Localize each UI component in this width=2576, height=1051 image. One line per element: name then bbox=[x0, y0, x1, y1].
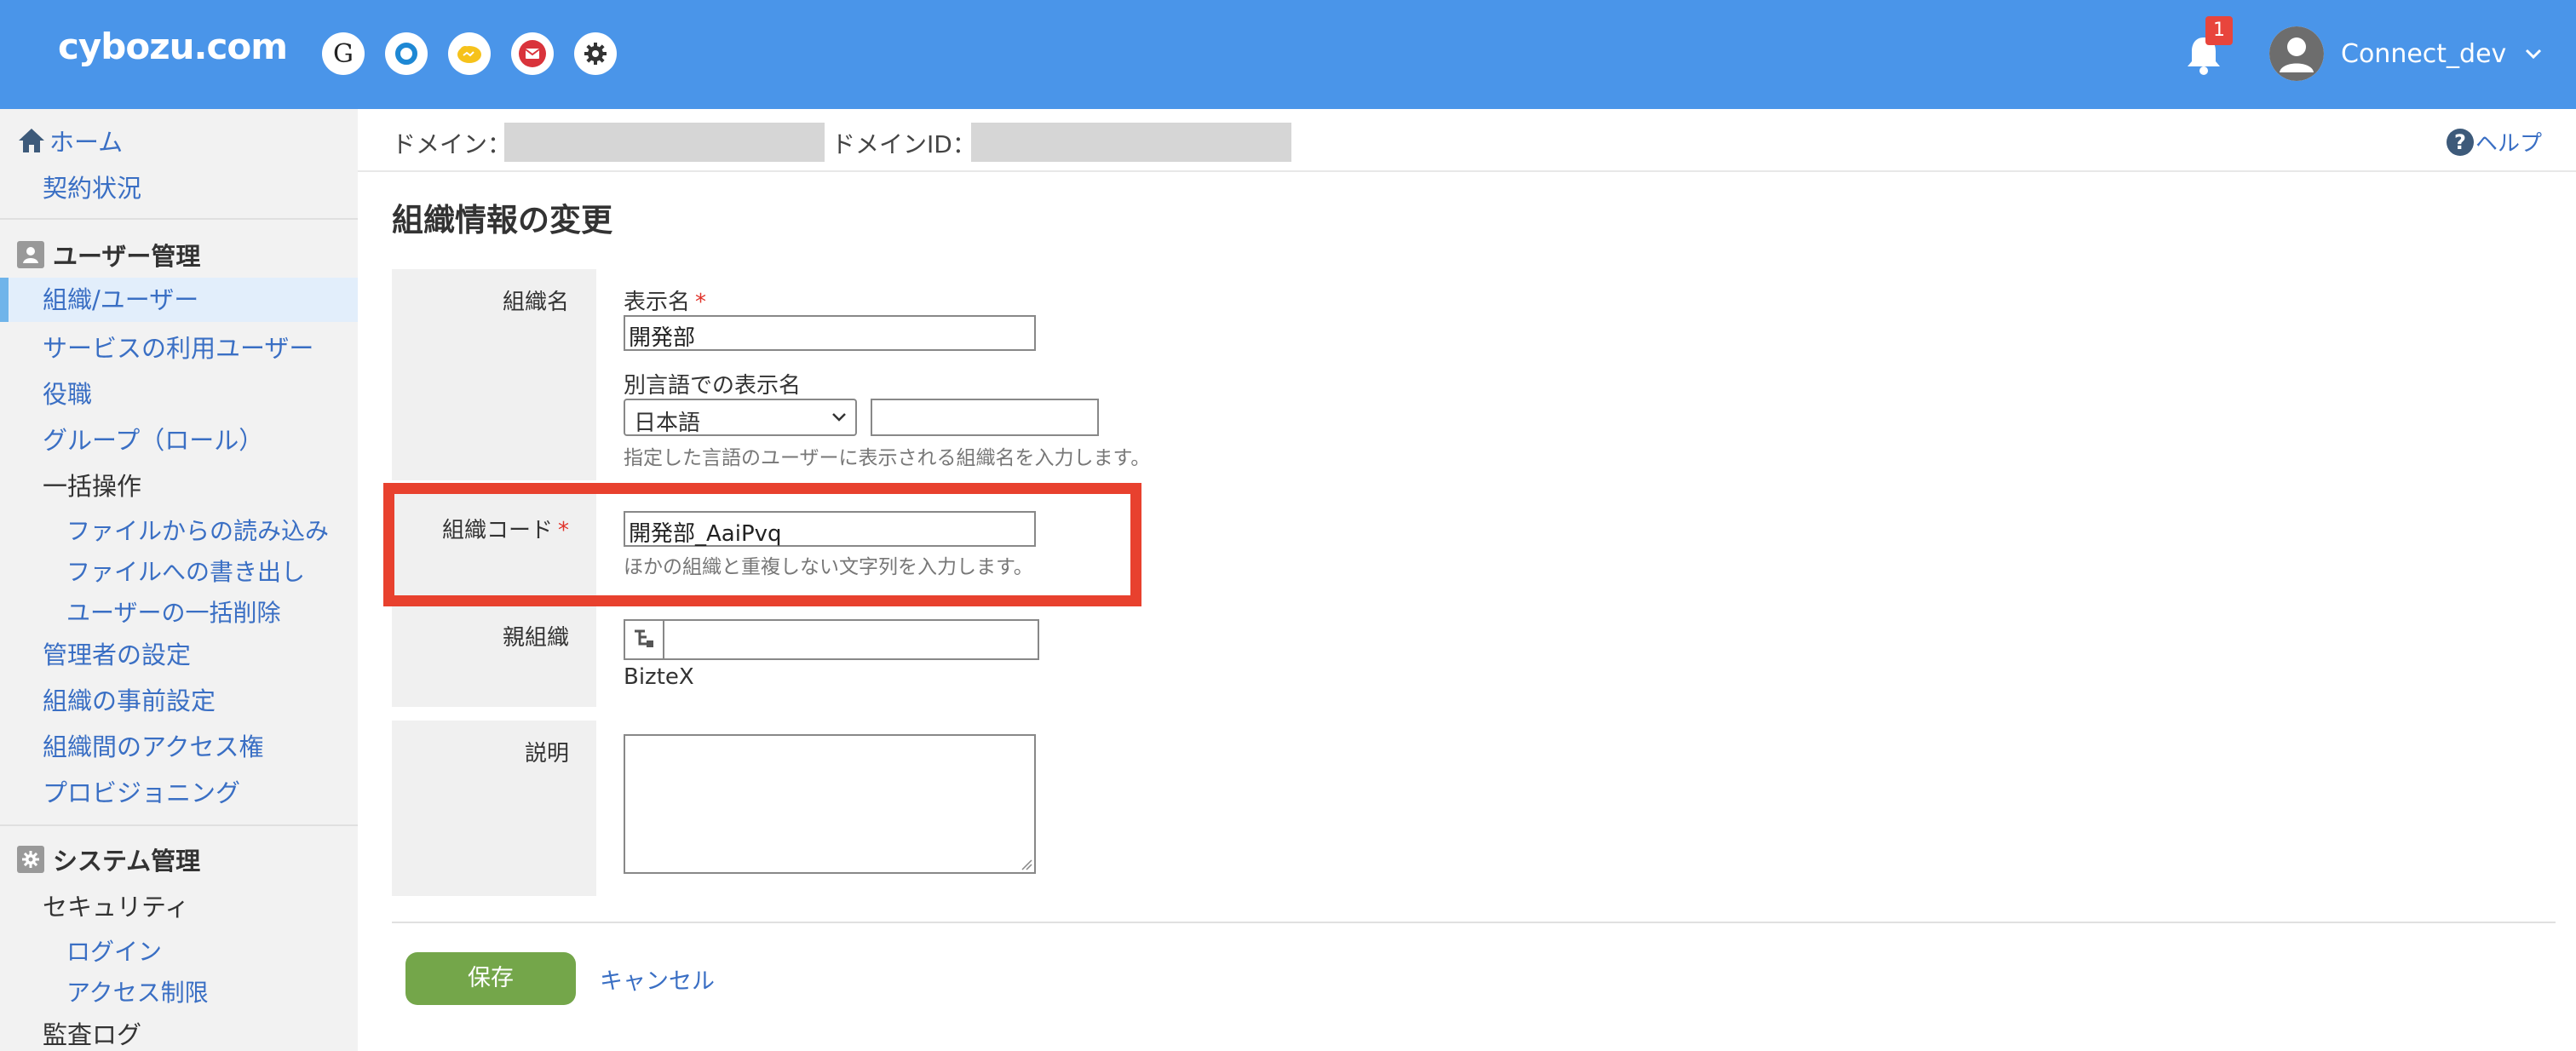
avatar bbox=[2269, 26, 2324, 81]
save-button[interactable]: 保存 bbox=[405, 952, 576, 1005]
form-divider bbox=[392, 922, 2556, 923]
help-link[interactable]: ? ヘルプ bbox=[2446, 126, 2542, 158]
language-select[interactable]: 日本語 bbox=[624, 399, 857, 436]
page-title: 組織情報の変更 bbox=[392, 202, 612, 238]
sidebar-item-inter-org-access[interactable]: 組織間のアクセス権 bbox=[0, 727, 358, 763]
parent-org-label: 親組織 bbox=[502, 625, 569, 651]
cancel-link[interactable]: キャンセル bbox=[600, 962, 715, 996]
user-menu[interactable]: Connect_dev bbox=[2269, 26, 2542, 82]
chevron-down-icon bbox=[832, 413, 846, 422]
sidebar-item-access-restriction[interactable]: アクセス制限 bbox=[0, 974, 358, 1008]
sidebar-item-org-presets[interactable]: 組織の事前設定 bbox=[0, 681, 358, 717]
kintone-cloud-icon[interactable] bbox=[448, 32, 491, 75]
sidebar-item-export-file[interactable]: ファイルへの書き出し bbox=[0, 554, 358, 588]
sidebar-item-import-file[interactable]: ファイルからの読み込み bbox=[0, 513, 358, 547]
sidebar-item-security: セキュリティ bbox=[43, 893, 190, 922]
sidebar-divider bbox=[0, 218, 358, 220]
cybozu-logo[interactable]: cybozu.com bbox=[58, 26, 288, 67]
sidebar-item-bulk-delete[interactable]: ユーザーの一括削除 bbox=[0, 594, 358, 629]
org-name-label: 組織名 bbox=[502, 290, 569, 315]
resize-grip-icon[interactable] bbox=[1021, 859, 1032, 870]
user-icon bbox=[17, 241, 44, 268]
domain-label: ドメイン： bbox=[392, 130, 512, 158]
sidebar-item-provisioning[interactable]: プロビジョニング bbox=[0, 773, 358, 809]
parent-org-label-cell: 親組織 bbox=[392, 606, 596, 707]
sidebar-item-login[interactable]: ログイン bbox=[0, 933, 358, 968]
sidebar-item-bulk: 一括操作 bbox=[43, 472, 142, 501]
sidebar-item-audit-log[interactable]: 監査ログ bbox=[0, 1015, 358, 1051]
sidebar-heading-system-admin: システム管理 bbox=[0, 841, 358, 877]
sidebar-item-home[interactable]: ホーム bbox=[0, 123, 358, 158]
garoon-ring-icon[interactable] bbox=[385, 32, 428, 75]
alt-lang-hint: 指定した言語のユーザーに表示される組織名を入力します。 bbox=[624, 447, 1151, 469]
alt-lang-name-input[interactable] bbox=[871, 399, 1099, 436]
org-name-label-cell: 組織名 bbox=[392, 269, 596, 480]
gear-icon[interactable] bbox=[574, 32, 617, 75]
domain-bar: ドメイン： ドメインID： ? ヘルプ bbox=[358, 109, 2576, 172]
sidebar-item-groups[interactable]: グループ（ロール） bbox=[0, 421, 358, 457]
help-icon: ? bbox=[2446, 128, 2474, 156]
sidebar-item-roles[interactable]: 役職 bbox=[0, 375, 358, 411]
description-textarea[interactable] bbox=[624, 734, 1036, 874]
chevron-down-icon bbox=[2526, 49, 2542, 60]
mail-icon[interactable] bbox=[511, 32, 554, 75]
sidebar-item-org-users[interactable]: 組織/ユーザー bbox=[0, 278, 358, 322]
settings-icon bbox=[17, 846, 44, 873]
sidebar-item-contract[interactable]: 契約状況 bbox=[0, 169, 358, 204]
parent-org-input[interactable] bbox=[663, 619, 1039, 660]
domain-value-redacted bbox=[504, 123, 825, 162]
org-tree-icon bbox=[635, 629, 653, 647]
g-logo-icon[interactable]: G bbox=[322, 32, 365, 75]
domain-id-label: ドメインID： bbox=[831, 130, 976, 158]
sidebar-divider bbox=[0, 824, 358, 826]
annotation-highlight-box bbox=[383, 483, 1141, 606]
description-label: 説明 bbox=[524, 741, 569, 767]
home-icon bbox=[19, 129, 44, 152]
top-header: cybozu.com G 1 Connect_dev bbox=[0, 0, 2576, 109]
display-name-input[interactable]: 開発部 bbox=[624, 315, 1036, 351]
description-label-cell: 説明 bbox=[392, 721, 596, 896]
username: Connect_dev bbox=[2341, 38, 2507, 69]
sidebar-item-service-users[interactable]: サービスの利用ユーザー bbox=[0, 329, 358, 365]
sidebar-heading-user-admin: ユーザー管理 bbox=[0, 237, 358, 273]
parent-org-name: BizteX bbox=[624, 664, 694, 690]
org-tree-picker-button[interactable] bbox=[624, 619, 664, 660]
alt-lang-label: 別言語での表示名 bbox=[624, 373, 802, 399]
domain-id-value-redacted bbox=[971, 123, 1291, 162]
sidebar-item-admin-settings[interactable]: 管理者の設定 bbox=[0, 635, 358, 671]
display-name-label: 表示名 * bbox=[624, 290, 707, 315]
notification-badge: 1 bbox=[2205, 16, 2233, 45]
